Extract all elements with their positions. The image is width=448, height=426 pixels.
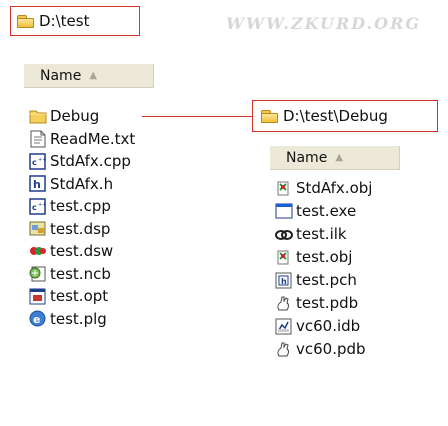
right-name-column-header[interactable]: Name ▲: [270, 146, 400, 170]
idb-file-icon: [274, 317, 293, 336]
left-file-row[interactable]: Debug: [28, 106, 99, 126]
svg-text:c: c: [32, 203, 37, 212]
file-name: Debug: [50, 107, 100, 125]
file-name: ReadMe.txt: [50, 129, 136, 148]
file-name: StdAfx.cpp: [50, 152, 131, 170]
left-file-row[interactable]: ReadMe.txt: [28, 129, 135, 149]
svg-text:h: h: [33, 178, 41, 191]
ncb-file-icon: [28, 264, 47, 283]
right-path-box: D:\test\Debug: [252, 100, 438, 132]
obj-file-icon: [274, 179, 293, 198]
file-name: test.cpp: [50, 197, 111, 215]
right-file-row[interactable]: StdAfx.obj: [274, 178, 372, 198]
dsw-file-icon: [28, 242, 47, 261]
file-name: test.ilk: [296, 225, 347, 243]
left-path-text: D:\test: [39, 12, 90, 30]
right-file-row[interactable]: test.ilk: [274, 224, 347, 244]
dsp-file-icon: [28, 219, 47, 238]
right-name-header-label: Name: [286, 149, 328, 166]
connector-line: [142, 116, 252, 117]
file-name: test.pch: [296, 271, 357, 289]
pdb-file-icon: [274, 294, 293, 313]
sort-ascending-icon: ▲: [335, 152, 344, 163]
watermark: WWW.ZKURD.ORG: [226, 14, 422, 33]
cpp-file-icon: c ++: [28, 152, 47, 171]
left-file-row[interactable]: test.dsw: [28, 241, 113, 261]
folder-icon: [261, 109, 278, 123]
ilk-file-icon: [274, 225, 293, 244]
left-file-row[interactable]: test.opt: [28, 286, 108, 306]
file-name: test.dsp: [50, 219, 111, 238]
opt-file-icon: [28, 287, 47, 306]
left-file-row[interactable]: test.dsp: [28, 219, 110, 239]
right-path-text: D:\test\Debug: [283, 107, 388, 125]
plg-file-icon: e: [28, 309, 47, 328]
sort-ascending-icon: ▲: [89, 70, 98, 81]
left-file-row[interactable]: c ++ StdAfx.cpp: [28, 151, 131, 171]
left-path-box: D:\test: [10, 6, 140, 36]
file-name: test.plg: [50, 309, 107, 328]
obj-file-icon: [274, 248, 293, 267]
file-name: test.obj: [296, 248, 353, 266]
left-file-row[interactable]: h StdAfx.h: [28, 174, 113, 194]
file-name: vc60.pdb: [296, 340, 366, 358]
svg-text:++: ++: [38, 157, 46, 163]
file-name: StdAfx.h: [50, 174, 114, 193]
h-file-icon: h: [28, 174, 47, 193]
file-name: test.opt: [50, 287, 109, 305]
svg-text:h: h: [281, 277, 287, 286]
left-file-row[interactable]: c ++ test.cpp: [28, 196, 111, 216]
txt-file-icon: [28, 129, 47, 148]
right-file-row[interactable]: vc60.idb: [274, 316, 360, 336]
svg-text:e: e: [33, 313, 40, 326]
left-name-header-label: Name: [40, 67, 82, 84]
cpp-file-icon: c ++: [28, 197, 47, 216]
right-file-row[interactable]: h test.pch: [274, 270, 357, 290]
right-file-row[interactable]: test.exe: [274, 201, 356, 221]
exe-file-icon: [274, 202, 293, 221]
folder-icon: [17, 14, 34, 28]
folder-icon: [28, 107, 47, 126]
left-name-column-header[interactable]: Name ▲: [24, 64, 154, 88]
right-file-row[interactable]: test.pdb: [274, 293, 358, 313]
file-name: StdAfx.obj: [296, 179, 373, 197]
pch-file-icon: h: [274, 271, 293, 290]
svg-text:c: c: [32, 158, 37, 167]
right-file-row[interactable]: test.obj: [274, 247, 352, 267]
file-name: test.ncb: [50, 264, 111, 283]
file-name: vc60.idb: [296, 317, 361, 335]
right-file-row[interactable]: vc60.pdb: [274, 339, 366, 359]
svg-text:++: ++: [38, 202, 46, 208]
left-file-row[interactable]: test.ncb: [28, 264, 111, 284]
file-name: test.exe: [296, 202, 357, 220]
file-name: test.dsw: [50, 242, 114, 260]
file-name: test.pdb: [296, 294, 359, 312]
pdb-file-icon: [274, 340, 293, 359]
left-file-row[interactable]: e test.plg: [28, 309, 107, 329]
